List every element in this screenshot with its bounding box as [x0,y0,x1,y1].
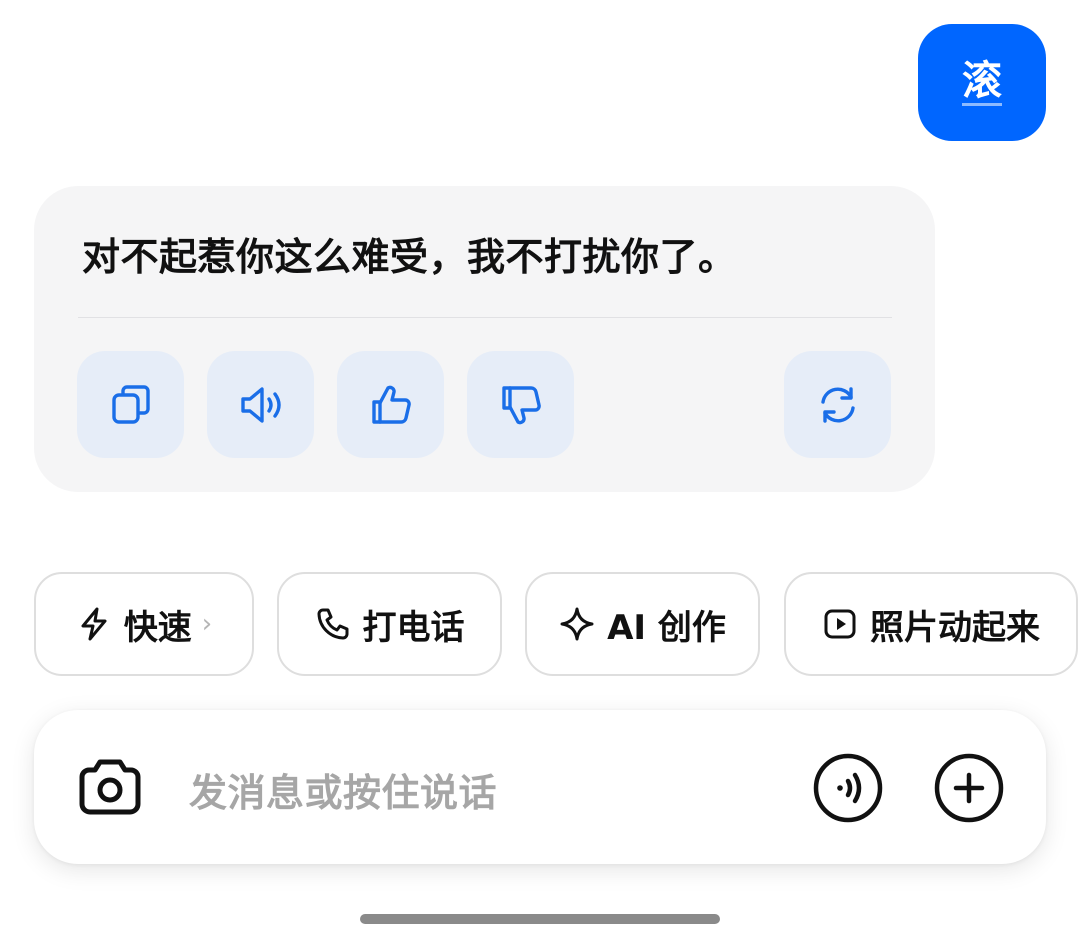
like-button[interactable] [337,351,444,458]
fast-mode-label: 快速 [123,607,192,648]
message-input[interactable]: 发消息或按住说话 [189,762,497,817]
play-square-icon [824,609,856,639]
ai-create-label: AI 创作 [607,607,726,648]
assistant-reply-card: 对不起惹你这么难受，我不打扰你了。 [34,186,935,492]
dislike-button[interactable] [467,351,574,458]
copy-icon [111,384,150,424]
plus-icon [934,753,1004,823]
speaker-icon [240,386,281,423]
phone-call-label: 打电话 [362,607,465,648]
camera-button[interactable] [76,755,144,819]
copy-button[interactable] [77,351,184,458]
regenerate-icon [820,386,855,423]
user-message-text: 滚 [962,58,1002,106]
assistant-reply-text: 对不起惹你这么难受，我不打扰你了。 [82,235,737,279]
reply-divider [78,317,892,318]
camera-icon [79,759,141,815]
message-input-bar: 发消息或按住说话 [34,710,1046,864]
chevron-right-icon: › [201,609,213,639]
regenerate-button[interactable] [784,351,891,458]
voice-icon [813,753,883,823]
thumbs-down-icon [501,385,541,424]
voice-call-button[interactable] [813,753,883,823]
ai-create-chip[interactable]: AI 创作 [525,572,760,676]
user-message-bubble[interactable]: 滚 [918,24,1046,141]
read-aloud-button[interactable] [207,351,314,458]
animate-photo-chip[interactable]: 照片动起来 [784,572,1078,676]
thumbs-up-icon [371,385,411,424]
phone-call-chip[interactable]: 打电话 [277,572,502,676]
lightning-icon [81,607,107,641]
animate-photo-label: 照片动起来 [870,607,1040,648]
home-indicator[interactable] [360,914,720,924]
fast-mode-chip[interactable]: 快速 › [34,572,254,676]
sparkle-icon [560,607,594,641]
more-options-button[interactable] [934,753,1004,823]
phone-icon [317,608,348,640]
chat-screen: 滚 对不起惹你这么难受，我不打扰你了。 快速 › 打电话 AI 创作 照片动起来… [0,0,1080,945]
